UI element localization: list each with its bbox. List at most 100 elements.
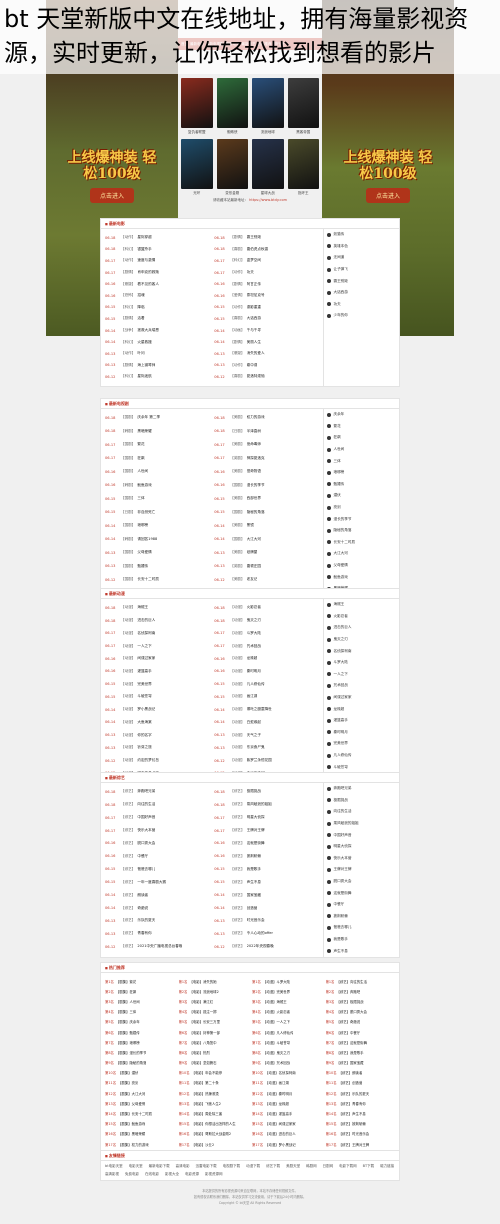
list-item[interactable]: 06-16 【动漫】 间谍过家家 [105, 653, 210, 665]
item-title[interactable]: 中国好声音 [137, 815, 155, 820]
sidebar-item[interactable]: 霸王别姬 [327, 275, 396, 287]
item-title[interactable]: 天气之子 [247, 733, 261, 738]
item-title[interactable]: 鱿鱼游戏 [137, 483, 151, 488]
sidebar-item[interactable]: 大江大河 [327, 548, 396, 560]
item-title[interactable]: 叶问 [137, 351, 144, 356]
list-item[interactable]: 06-16 【韩剧】 鱿鱼游戏 [105, 480, 210, 492]
hot-title[interactable]: 【电影】热辣滚烫 [192, 1091, 219, 1096]
list-item[interactable]: 06-16 【剧情】 阿甘正传 [214, 278, 319, 290]
list-item[interactable]: 06-18 【日剧】 半泽直树 [214, 426, 319, 438]
item-title[interactable]: 斗罗大陆 [247, 631, 261, 636]
list-item[interactable]: 06-14 【国剧】 琅琊榜 [105, 520, 210, 532]
sidebar-item-label[interactable]: 龙珠超 [333, 707, 344, 712]
item-title[interactable]: 极限挑战 [247, 789, 261, 794]
item-title[interactable]: 神探夏洛克 [247, 456, 265, 461]
list-item[interactable]: 06-18 【剧情】 霸王别姬 [214, 232, 319, 244]
hot-item[interactable]: 第16名 【动漫】进击的巨人 [252, 1129, 322, 1139]
hot-item[interactable]: 第12名 【电影】热辣滚烫 [179, 1088, 249, 1098]
hot-item[interactable]: 第8名 【动漫】鬼灭之刃 [252, 1047, 322, 1057]
sidebar-item[interactable]: 咒术回战 [327, 680, 396, 692]
list-item[interactable]: 06-18 【综艺】 极限挑战 [214, 786, 319, 798]
item-title[interactable]: 铃芽之旅 [137, 745, 151, 750]
sidebar-item[interactable]: 鬼灭之刃 [327, 634, 396, 646]
hot-item[interactable]: 第17名 【综艺】王牌对王牌 [326, 1139, 396, 1149]
item-title[interactable]: 泰坦尼克号 [247, 293, 265, 298]
sidebar-item[interactable]: 庆余年 [327, 409, 396, 421]
item-title[interactable]: 碟中谍 [247, 363, 258, 368]
sidebar-item[interactable]: 繁花 [327, 421, 396, 433]
list-item[interactable]: 06-16 【动漫】 龙珠超 [214, 653, 319, 665]
list-item[interactable]: 06-13 【动漫】 你的名字 [105, 729, 210, 741]
item-title[interactable]: 你的名字 [137, 733, 151, 738]
poster-caption[interactable]: 流浪地球 [252, 130, 284, 135]
sidebar-item[interactable]: 斗罗大陆 [327, 657, 396, 669]
sidebar-item-label[interactable]: 无间道 [333, 255, 344, 260]
sidebar-item-label[interactable]: 凡人修仙传 [333, 753, 351, 758]
item-title[interactable]: 西部世界 [247, 496, 261, 501]
list-item[interactable]: 06-16 【国剧】 人世间 [105, 466, 210, 478]
poster-card[interactable]: 变形金刚 [216, 139, 248, 196]
list-item[interactable]: 06-12 【动漫】 约定的梦幻岛 [105, 755, 210, 767]
list-item[interactable]: 06-14 【综艺】 国家宝藏 [214, 889, 319, 901]
sidebar-item-label[interactable]: 英雄本色 [333, 244, 347, 249]
poster-image[interactable] [252, 139, 284, 189]
item-title[interactable]: 黑镜 [247, 523, 254, 528]
hot-title[interactable]: 【电影】热烈 [189, 1050, 209, 1055]
list-item[interactable]: 06-17 【综艺】 快乐大本营 [105, 825, 210, 837]
list-item[interactable]: 06-15 【动作】 谍影重重 [214, 302, 319, 314]
sidebar-item[interactable]: 向往的生活 [327, 806, 396, 818]
item-title[interactable]: 老友记 [247, 577, 258, 582]
hot-item[interactable]: 第11名 【剧集】亮剑 [105, 1078, 175, 1088]
poster-card[interactable]: 复仇者联盟 [181, 78, 213, 135]
list-item[interactable]: 06-18 【动漫】 海贼王 [105, 602, 210, 614]
hot-item[interactable]: 第4名 【动漫】火影忍者 [252, 1007, 322, 1017]
item-title[interactable]: 繁花 [137, 442, 144, 447]
list-item[interactable]: 06-15 【动漫】 完美世界 [105, 678, 210, 690]
hot-item[interactable]: 第8名 【综艺】我是歌手 [326, 1047, 396, 1057]
sidebar-item[interactable]: 父母爱情 [327, 560, 396, 572]
list-item[interactable]: 06-18 【科幻】 银翼杀手 [105, 244, 210, 256]
sidebar-item-label[interactable]: 向往的生活 [333, 809, 351, 814]
item-title[interactable]: 乘风破浪的姐姐 [247, 802, 272, 807]
hot-title[interactable]: 【电影】飞驰人生2 [192, 1101, 221, 1106]
list-item[interactable]: 06-14 【综艺】 奇葩说 [105, 902, 210, 914]
poster-caption[interactable]: 复仇者联盟 [181, 130, 213, 135]
hot-item[interactable]: 第3名 【剧集】人世间 [105, 996, 175, 1006]
hot-title[interactable]: 【剧集】琅琊榜 [116, 1040, 140, 1045]
list-item[interactable]: 06-16 【综艺】 中餐厅 [105, 851, 210, 863]
item-title[interactable]: 权力的游戏 [247, 415, 265, 420]
list-item[interactable]: 06-14 【韩剧】 请回答1988 [105, 534, 210, 546]
sidebar-item[interactable]: 我是歌手 [327, 934, 396, 946]
poster-image[interactable] [181, 78, 213, 128]
hot-item[interactable]: 第17名 【剧集】权力的游戏 [105, 1139, 175, 1149]
sidebar-item[interactable]: 披荆斩棘 [327, 911, 396, 923]
sidebar-item-label[interactable]: 明星大侦探 [333, 844, 351, 849]
sidebar-item[interactable]: 这就是街舞 [327, 887, 396, 899]
list-item[interactable]: 06-14 【动漫】 哪吒之魔童降世 [214, 704, 319, 716]
item-title[interactable]: 银翼杀手 [137, 247, 151, 252]
item-title[interactable]: 快乐大本营 [137, 828, 155, 833]
list-item[interactable]: 06-17 【综艺】 明星大侦探 [214, 812, 319, 824]
item-title[interactable]: 大话西游 [247, 316, 261, 321]
hot-item[interactable]: 第4名 【电影】孤注一掷 [179, 1007, 249, 1017]
list-item[interactable]: 06-15 【综艺】 我是歌手 [214, 863, 319, 875]
hot-item[interactable]: 第9名 【剧集】隐秘的角落 [105, 1058, 175, 1068]
hot-item[interactable]: 第2名 【电影】流浪地球2 [179, 986, 249, 996]
item-title[interactable]: 奔跑吧兄弟 [137, 789, 155, 794]
hot-item[interactable]: 第9名 【动漫】咒术回战 [252, 1058, 322, 1068]
hot-item[interactable]: 第13名 【动漫】龙珠超 [252, 1098, 322, 1108]
item-title[interactable]: 大江大河 [247, 537, 261, 542]
item-title[interactable]: 星际穿越 [137, 235, 151, 240]
sidebar-item[interactable]: 无间道 [327, 252, 396, 264]
hot-item[interactable]: 第7名 【剧集】琅琊榜 [105, 1037, 175, 1047]
hot-title[interactable]: 【综艺】时光音乐会 [339, 1131, 370, 1136]
hot-item[interactable]: 第1名 【剧集】繁花 [105, 976, 175, 986]
sidebar-item-label[interactable]: 功夫 [333, 302, 340, 307]
item-title[interactable]: 拯救大兵瑞恩 [137, 328, 159, 333]
sidebar-item[interactable]: 龙珠超 [327, 703, 396, 715]
item-title[interactable]: 看不见的客人 [137, 282, 159, 287]
list-item[interactable]: 06-17 【动漫】 一人之下 [105, 640, 210, 652]
notice-url[interactable]: https://www.btdy.com [249, 198, 287, 202]
poster-card[interactable]: 流浪地球 [252, 78, 284, 135]
list-item[interactable]: 06-12 【国剧】 长安十二时辰 [105, 574, 210, 586]
